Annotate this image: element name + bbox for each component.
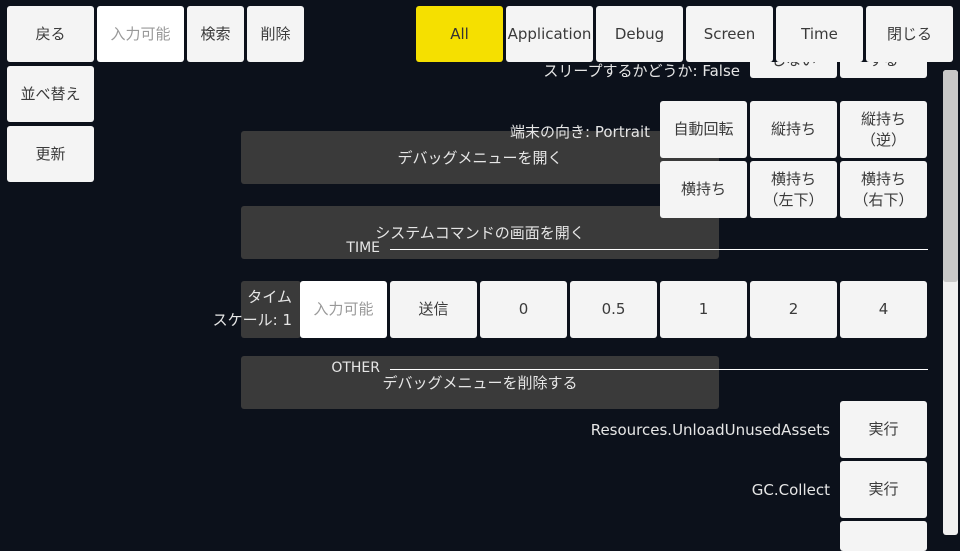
delete-button[interactable]: 削除	[247, 6, 304, 62]
scrollbar-track[interactable]	[943, 70, 958, 535]
refresh-button[interactable]: 更新	[7, 126, 94, 182]
scrollbar-thumb[interactable]	[943, 70, 958, 282]
time-section-header: TIME	[346, 240, 380, 256]
send-button[interactable]: 送信	[390, 281, 477, 338]
unload-assets-label: Resources.UnloadUnusedAssets	[590, 421, 830, 439]
timescale-2-button[interactable]: 2	[750, 281, 837, 338]
timescale-input[interactable]: 入力可能	[300, 281, 387, 338]
timescale-label: タイム スケール: 1	[212, 288, 292, 329]
label: デバッグメニューを削除する	[382, 374, 578, 392]
sleep-off-button[interactable]: しない	[750, 62, 837, 78]
orientation-landscape-left-button[interactable]: 横持ち （左下）	[750, 161, 837, 218]
sleep-label: スリープするかどうか: False	[543, 62, 740, 80]
tab-screen[interactable]: Screen	[686, 6, 773, 62]
timescale-0.5-button[interactable]: 0.5	[570, 281, 657, 338]
orientation-portrait-reverse-button[interactable]: 縦持ち （逆）	[840, 101, 927, 158]
timescale-0-button[interactable]: 0	[480, 281, 567, 338]
divider	[390, 369, 928, 370]
tab-time[interactable]: Time	[776, 6, 863, 62]
other-section-header: OTHER	[331, 360, 380, 376]
tab-all[interactable]: All	[416, 6, 503, 62]
gc-collect-label: GC.Collect	[751, 481, 830, 499]
run-button[interactable]	[840, 521, 927, 551]
divider	[390, 249, 928, 250]
orientation-auto-button[interactable]: 自動回転	[660, 101, 747, 158]
orientation-landscape-button[interactable]: 横持ち	[660, 161, 747, 218]
orientation-landscape-right-button[interactable]: 横持ち （右下）	[840, 161, 927, 218]
back-button[interactable]: 戻る	[7, 6, 94, 62]
open-system-command-button[interactable]: システムコマンドの画面を開く	[241, 206, 719, 259]
sleep-on-button[interactable]: する	[840, 62, 927, 78]
unload-assets-run-button[interactable]: 実行	[840, 401, 927, 458]
timescale-4-button[interactable]: 4	[840, 281, 927, 338]
delete-debug-menu-button[interactable]: デバッグメニューを削除する	[241, 356, 719, 409]
orientation-label: 端末の向き: Portrait	[510, 123, 650, 141]
search-button[interactable]: 検索	[187, 6, 244, 62]
sort-button[interactable]: 並べ替え	[7, 66, 94, 122]
tab-application[interactable]: Application	[506, 6, 593, 62]
tab-debug[interactable]: Debug	[596, 6, 683, 62]
close-button[interactable]: 閉じる	[866, 6, 953, 62]
orientation-portrait-button[interactable]: 縦持ち	[750, 101, 837, 158]
gc-collect-run-button[interactable]: 実行	[840, 461, 927, 518]
label: デバッグメニューを開く	[397, 149, 563, 167]
search-input[interactable]: 入力可能	[97, 6, 184, 62]
timescale-1-button[interactable]: 1	[660, 281, 747, 338]
label: システムコマンドの画面を開く	[375, 224, 585, 242]
